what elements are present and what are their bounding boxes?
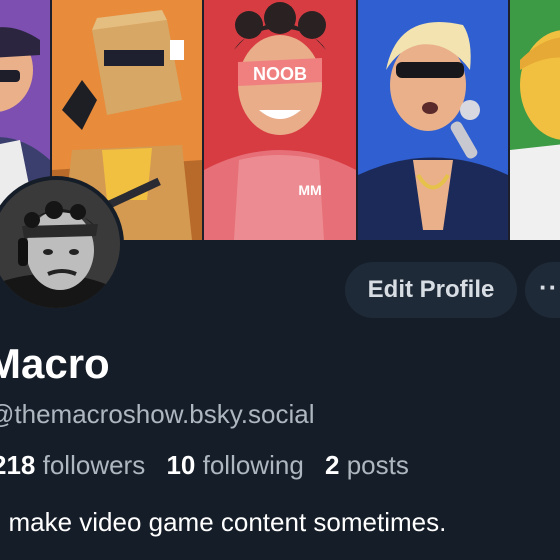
more-options-button[interactable]: ··· bbox=[525, 262, 560, 318]
profile-handle: @themacroshow.bsky.social bbox=[0, 399, 315, 429]
more-options-icon: ··· bbox=[539, 272, 560, 302]
followers-stat[interactable]: 218 followers bbox=[0, 450, 145, 480]
profile-page: NOOB MM Edit Profile ·· Macro @themacros… bbox=[0, 0, 560, 560]
edit-profile-button[interactable]: Edit Profile bbox=[345, 262, 517, 318]
profile-avatar[interactable] bbox=[0, 176, 124, 312]
banner-panel-blue bbox=[358, 0, 508, 240]
following-stat[interactable]: 10 following bbox=[166, 450, 303, 480]
followers-label: followers bbox=[42, 450, 146, 480]
profile-bio: I make video game content sometimes. bbox=[0, 507, 447, 537]
banner-panel-red: NOOB MM bbox=[204, 0, 356, 240]
posts-label: posts bbox=[346, 450, 409, 480]
display-name: Macro bbox=[0, 340, 110, 387]
posts-count: 2 bbox=[325, 450, 340, 480]
followers-count: 218 bbox=[0, 450, 36, 480]
headband-text: NOOB bbox=[253, 64, 307, 84]
banner-panel-green bbox=[510, 0, 560, 240]
hoodie-logo-text: MM bbox=[298, 182, 321, 198]
following-label: following bbox=[202, 450, 304, 480]
posts-stat: 2 posts bbox=[325, 450, 409, 480]
profile-stats: 218 followers 10 following 2 posts bbox=[0, 450, 409, 481]
following-count: 10 bbox=[166, 450, 196, 480]
